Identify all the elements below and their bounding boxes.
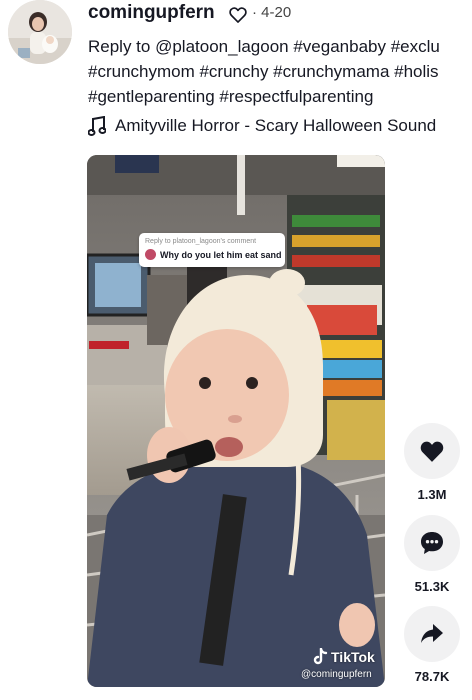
heart-icon [420,441,444,462]
music-note-icon [88,116,106,136]
like-button[interactable] [404,423,460,479]
video-player[interactable]: Reply to platoon_lagoon's comment Why do… [87,155,385,687]
commenter-avatar [145,249,156,260]
caption-line[interactable]: Reply to @platoon_lagoon #veganbaby #exc… [88,34,472,59]
tiktok-logo-icon [313,648,328,665]
reply-comment: Why do you let him eat sand [145,249,282,260]
comment-button[interactable] [404,515,460,571]
post-caption: Reply to @platoon_lagoon #veganbaby #exc… [88,34,472,109]
heart-outline-icon[interactable] [228,5,248,25]
comment-bubble-icon [421,532,443,554]
watermark-brand: TikTok [331,649,375,665]
author-avatar[interactable] [8,0,72,64]
post-date: · 4-20 [252,4,292,21]
comment-count: 51.3K [414,579,450,594]
reply-comment-sticker: Reply to platoon_lagoon's comment Why do… [139,233,285,267]
comment-text: Why do you let him eat sand [160,249,282,260]
sound-link[interactable]: Amityville Horror - Scary Halloween Soun… [88,113,472,139]
watermark-handle: @comingupfern [301,669,372,680]
post-date-value: 4-20 [261,4,292,21]
share-count: 78.7K [414,669,450,684]
caption-line[interactable]: #gentleparenting #respectfulparenting [88,84,472,109]
caption-line[interactable]: #crunchymom #crunchy #crunchymama #holis [88,59,472,84]
sound-title: Amityville Horror - Scary Halloween Soun… [115,116,437,135]
share-arrow-icon [421,624,443,643]
like-count: 1.3M [417,487,447,502]
reply-header: Reply to platoon_lagoon's comment [145,238,257,245]
tiktok-watermark: TikTok [312,648,375,666]
author-username[interactable]: comingupfern [88,2,215,24]
share-button[interactable] [404,606,460,662]
